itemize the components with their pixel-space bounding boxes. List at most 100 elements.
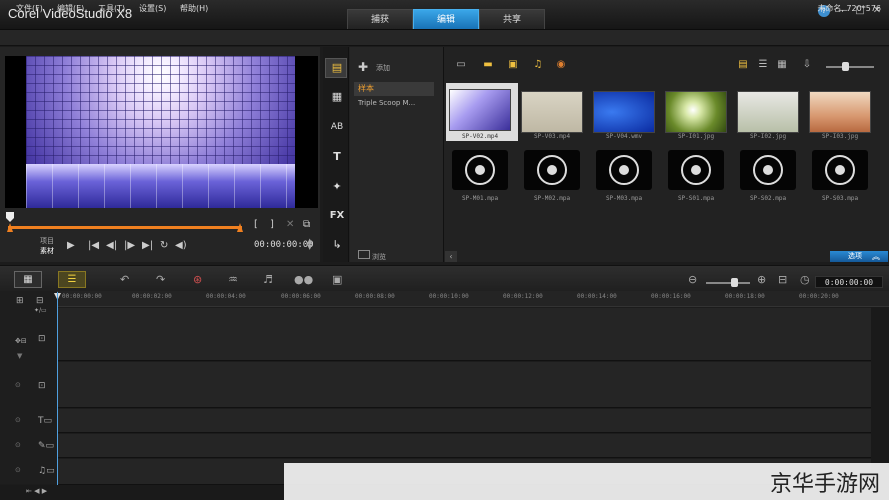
library-item-label-3[interactable]: SP-V04.wmv xyxy=(589,133,659,140)
audio-label-4[interactable]: SP-S01.mpa xyxy=(661,195,731,202)
overlay-track[interactable] xyxy=(58,362,871,408)
audio-label-5[interactable]: SP-S02.mpa xyxy=(733,195,803,202)
mark-in-button[interactable]: [ xyxy=(254,219,258,230)
music-track-icon[interactable]: ♫▭ xyxy=(38,466,55,476)
title-track[interactable] xyxy=(58,409,871,433)
voice-track[interactable] xyxy=(58,434,871,458)
add-chapter-icon[interactable]: ⊟ xyxy=(36,296,44,306)
overlay-lock-icon[interactable]: ⊙ xyxy=(15,381,21,389)
zoom-slider-knob[interactable] xyxy=(731,278,738,287)
playhead-line[interactable] xyxy=(57,292,58,485)
library-item-thumb-2[interactable] xyxy=(521,91,583,133)
details-view-icon[interactable]: ▦ xyxy=(774,58,790,72)
auto-music-icon[interactable]: ♬ xyxy=(263,273,273,286)
browse-label[interactable]: 浏览 xyxy=(372,252,386,262)
show-videos-icon[interactable]: ▬ xyxy=(480,58,496,72)
library-item-label-6[interactable]: SP-I03.jpg xyxy=(805,133,875,140)
track-collapse-icon[interactable]: ▼ xyxy=(17,352,22,360)
library-item-label-4[interactable]: SP-I01.jpg xyxy=(661,133,731,140)
overlay-track-icon[interactable]: ⊡ xyxy=(38,381,46,391)
volume-button[interactable]: ◀) xyxy=(175,240,187,251)
folder-samples[interactable]: 样本 xyxy=(354,82,434,96)
video-track-icon[interactable]: ⊡ xyxy=(38,334,46,344)
timeline-timecode[interactable]: 0:00:00:00 xyxy=(815,276,883,288)
show-photos-icon[interactable]: ▣ xyxy=(505,58,521,72)
scroll-controls-icon[interactable]: ⇤ ◀ ▶ xyxy=(26,487,47,495)
sort-icon[interactable]: ⇩ xyxy=(799,58,815,72)
home-button[interactable]: |◀ xyxy=(88,240,99,251)
player-timecode[interactable]: 00:00:00:00 xyxy=(254,240,314,250)
timeline-view-button[interactable]: ☰ xyxy=(58,271,86,288)
audio-thumb-5[interactable] xyxy=(740,150,796,190)
audio-label-6[interactable]: SP-S03.mpa xyxy=(805,195,875,202)
ripple-toggle-icon[interactable]: ✥⊟ xyxy=(15,337,27,345)
import-folder-icon[interactable]: ▭ xyxy=(453,58,469,72)
timecode-stepper-icon[interactable]: ▲ ▼ xyxy=(307,238,312,251)
audio-label-3[interactable]: SP-M03.mpa xyxy=(589,195,659,202)
audio-thumb-6[interactable] xyxy=(812,150,868,190)
music-lock-icon[interactable]: ⊙ xyxy=(15,466,21,474)
menu-file[interactable]: 文件(F) xyxy=(16,3,43,14)
graphic-icon[interactable]: ✦ xyxy=(329,180,345,194)
instant-project-icon[interactable]: ▦ xyxy=(329,90,345,104)
audio-thumb-4[interactable] xyxy=(668,150,724,190)
audio-thumb-1[interactable] xyxy=(452,150,508,190)
split-icon[interactable]: ✕ xyxy=(286,219,294,230)
video-track[interactable] xyxy=(58,308,871,361)
ripple-edit-icon[interactable]: ✦/▭ xyxy=(34,307,47,314)
next-frame-button[interactable]: |▶ xyxy=(124,240,135,251)
library-item-label-5[interactable]: SP-I02.jpg xyxy=(733,133,803,140)
library-item-thumb-6[interactable] xyxy=(809,91,871,133)
media-icon[interactable]: ▤ xyxy=(329,61,345,75)
zoom-in-icon[interactable]: ⊕ xyxy=(757,273,766,286)
show-audio-icon[interactable]: ♫ xyxy=(530,58,546,72)
motion-tracking-icon[interactable]: ●● xyxy=(294,273,313,286)
play-button[interactable]: ▶ xyxy=(67,240,75,251)
clip-mode-label[interactable]: 素材 xyxy=(40,246,54,256)
audio-thumb-3[interactable] xyxy=(596,150,652,190)
path-icon[interactable]: ↳ xyxy=(329,238,345,252)
audio-label-2[interactable]: SP-M02.mpa xyxy=(517,195,587,202)
library-item-thumb-5[interactable] xyxy=(737,91,799,133)
audio-label-1[interactable]: SP-M01.mpa xyxy=(445,195,515,202)
project-mode-label[interactable]: 项目 xyxy=(40,236,54,246)
thumbnail-size-knob[interactable] xyxy=(842,62,849,71)
filter-icon[interactable]: FX xyxy=(329,209,345,223)
library-item-thumb-3[interactable] xyxy=(593,91,655,133)
undo-icon[interactable]: ↶ xyxy=(120,273,129,286)
record-capture-icon[interactable]: ⊛ xyxy=(193,273,202,286)
subtitle-editor-icon[interactable]: ▣ xyxy=(332,273,342,286)
storyboard-view-button[interactable]: ▦ xyxy=(14,271,42,288)
voice-lock-icon[interactable]: ⊙ xyxy=(15,441,21,449)
title-lock-icon[interactable]: ⊙ xyxy=(15,416,21,424)
redo-icon[interactable]: ↷ xyxy=(156,273,165,286)
tab-share[interactable]: 共享 xyxy=(479,9,545,29)
add-folder-icon[interactable]: ✚ xyxy=(358,60,368,74)
timeline-vertical-scrollbar[interactable] xyxy=(871,307,889,485)
thumbnail-view-icon[interactable]: ▤ xyxy=(735,58,751,72)
list-view-icon[interactable]: ☰ xyxy=(755,58,771,72)
thumbnail-size-slider[interactable] xyxy=(826,66,874,68)
options-expand-icon[interactable]: ︽ xyxy=(872,251,880,262)
menu-tools[interactable]: 工具(T) xyxy=(98,3,125,14)
trim-bar[interactable] xyxy=(8,226,242,229)
library-item-label-1[interactable]: SP-V02.mp4 xyxy=(445,133,515,140)
mark-out-button[interactable]: ] xyxy=(270,219,274,230)
zoom-out-icon[interactable]: ⊖ xyxy=(688,273,697,286)
tab-capture[interactable]: 捕获 xyxy=(347,9,413,29)
fit-project-icon[interactable]: ⊟ xyxy=(778,273,787,286)
library-collapse-icon[interactable]: ‹ xyxy=(445,251,457,262)
track-manager-icon[interactable]: ⊞ xyxy=(16,296,24,306)
folder-triple-scoop[interactable]: Triple Scoop M... xyxy=(358,99,415,107)
voice-track-icon[interactable]: ✎▭ xyxy=(38,441,54,451)
add-folder-label[interactable]: 添加 xyxy=(376,63,390,73)
web-icon[interactable]: ◉ xyxy=(553,58,569,72)
library-item-label-2[interactable]: SP-V03.mp4 xyxy=(517,133,587,140)
menu-help[interactable]: 帮助(H) xyxy=(180,3,208,14)
audio-thumb-2[interactable] xyxy=(524,150,580,190)
menu-settings[interactable]: 设置(S) xyxy=(139,3,166,14)
end-button[interactable]: ▶| xyxy=(142,240,153,251)
title-track-icon[interactable]: T▭ xyxy=(38,416,52,426)
menu-edit[interactable]: 编辑(E) xyxy=(57,3,84,14)
transition-icon[interactable]: AB xyxy=(329,120,345,134)
